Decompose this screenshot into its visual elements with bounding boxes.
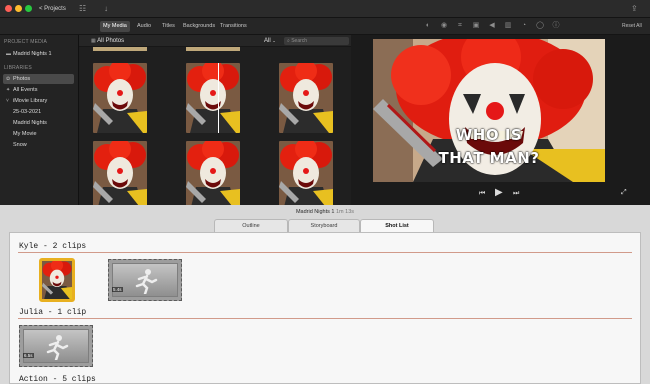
clip-duration: 5.4s (112, 287, 123, 292)
browser-bar: ▦ All Photos All ⌄ ⌕ Search (79, 35, 351, 47)
skimmer-playhead (218, 63, 219, 133)
star-icon: ✦ (6, 87, 11, 93)
projects-back-button[interactable]: < Projects (39, 3, 66, 15)
photo-thumbnail[interactable] (93, 63, 147, 133)
chevron-down-icon: ⌄ (272, 38, 276, 43)
tab-titles[interactable]: Titles (159, 21, 178, 32)
clip-filter-icon[interactable]: ◯ (536, 22, 544, 30)
sidebar-item-label: 25-03-2021 (13, 109, 42, 115)
thumbnail-row-partial[interactable] (93, 47, 147, 51)
photo-thumbnail[interactable] (279, 63, 333, 133)
reset-all-button[interactable]: Reset All (622, 23, 642, 29)
libraries-heading: LIBRARIES (4, 65, 32, 71)
share-icon[interactable]: ⇪ (631, 3, 638, 15)
sidebar-item-all-events[interactable]: ✦ All Events (3, 85, 74, 95)
sidebar-item-imovie-library[interactable]: ˅ iMovie Library (3, 96, 74, 106)
skip-forward-icon[interactable]: ⏭ (513, 190, 519, 198)
fullscreen-icon[interactable]: ⤢ (621, 189, 627, 197)
sidebar-item-photos[interactable]: ✿ Photos (3, 74, 74, 84)
group-divider (18, 252, 632, 253)
sidebar-item-label: My Movie (13, 131, 37, 137)
tab-my-media[interactable]: My Media (100, 21, 130, 32)
tab-backgrounds[interactable]: Backgrounds (180, 21, 218, 32)
sidebar-item-my-movie[interactable]: My Movie (3, 129, 74, 139)
photo-thumbnail[interactable] (186, 141, 240, 211)
sidebar-item-event-25-03-2021[interactable]: 25-03-2021 (3, 107, 74, 117)
project-duration: 1m 13s (336, 209, 355, 215)
film-icon: ▬ (6, 51, 11, 57)
sidebar-item-label: iMovie Library (13, 98, 48, 104)
zoom-window-button[interactable] (25, 5, 32, 12)
project-media-heading: PROJECT MEDIA (4, 39, 48, 45)
group-heading-julia: Julia - 1 clip (19, 308, 87, 317)
sidebar-item-project[interactable]: ▬ Madrid Nights 1 (3, 49, 74, 59)
clip-duration: 6.5s (23, 353, 34, 358)
photo-thumbnail[interactable] (93, 141, 147, 211)
sidebar-item-label: Madrid Nights 1 (13, 51, 52, 57)
title-caption-line1: WHO IS (455, 126, 523, 144)
group-heading-kyle: Kyle - 2 clips (19, 242, 87, 251)
sidebar-item-snow[interactable]: Snow (3, 140, 74, 150)
skip-back-icon[interactable]: ⏮ (479, 190, 485, 198)
photo-thumbnail[interactable] (279, 141, 333, 211)
media-toolbar: My Media Audio Titles Backgrounds Transi… (0, 18, 650, 35)
sidebar-item-label: All Events (13, 87, 38, 93)
view-options-icon[interactable]: ☷ (79, 3, 86, 15)
media-browser: ▦ All Photos All ⌄ ⌕ Search (79, 35, 351, 205)
placeholder-clip[interactable]: 6.5s (19, 325, 93, 367)
info-icon[interactable]: ⓘ (552, 22, 560, 30)
tab-transitions[interactable]: Transitions (217, 21, 250, 32)
filter-label: All (264, 38, 271, 44)
photos-source-label: All Photos (97, 38, 125, 44)
photos-icon: ✿ (6, 76, 11, 82)
photos-source-select[interactable]: ▦ All Photos (91, 37, 124, 45)
speed-icon[interactable]: ◔ (520, 22, 528, 30)
project-area: Madrid Nights 1 1m 13s Outline Storyboar… (0, 205, 650, 384)
photo-thumbnail[interactable] (186, 63, 240, 133)
tab-audio[interactable]: Audio (134, 21, 154, 32)
play-icon[interactable]: ▶ (495, 188, 503, 198)
sidebar-item-label: Snow (13, 142, 27, 148)
title-caption-line2: THAT MAN? (438, 149, 540, 167)
video-preview[interactable]: WHO IS THAT MAN? (373, 39, 605, 182)
group-heading-action: Action - 5 clips (19, 375, 96, 384)
placeholder-clip[interactable]: 5.4s (108, 259, 182, 301)
sidebar-item-label: Madrid Nights (13, 120, 47, 126)
viewer: WHO IS THAT MAN? ⏮ ▶ ⏭ ⤢ (351, 35, 650, 205)
color-correction-icon[interactable]: ◉ (440, 22, 448, 30)
crop-icon[interactable]: ⌗ (456, 22, 464, 30)
close-window-button[interactable] (5, 5, 12, 12)
search-input[interactable]: ⌕ Search (284, 37, 349, 45)
title-bar: < Projects ☷ ↓ ⇪ (0, 0, 650, 18)
tab-shot-list[interactable]: Shot List (360, 219, 434, 233)
filter-select[interactable]: All ⌄ (264, 37, 276, 45)
imovie-window: < Projects ☷ ↓ ⇪ My Media Audio Titles B… (0, 0, 650, 384)
import-icon[interactable]: ↓ (104, 3, 108, 15)
running-figure-icon (135, 269, 158, 294)
tab-storyboard[interactable]: Storyboard (288, 219, 360, 232)
thumbnail-row-partial[interactable] (186, 47, 240, 51)
stabilization-icon[interactable]: ▣ (472, 22, 480, 30)
shot-list-sheet: Kyle - 2 clips 5.4s Julia - 1 clip 6.5s … (9, 232, 641, 384)
photo-clip-selected[interactable] (39, 258, 75, 302)
disclosure-chevron-icon: ˅ (6, 98, 9, 104)
color-balance-icon[interactable]: ◐ (424, 22, 432, 30)
group-divider (18, 318, 632, 319)
search-placeholder: Search (291, 38, 308, 44)
volume-icon[interactable]: ◀ (488, 22, 496, 30)
tab-outline[interactable]: Outline (214, 219, 288, 232)
project-name: Madrid Nights 1 (295, 209, 335, 215)
project-title: Madrid Nights 1 1m 13s (0, 207, 650, 217)
noise-reduction-icon[interactable]: ▥ (504, 22, 512, 30)
sidebar-item-madrid-nights[interactable]: Madrid Nights (3, 118, 74, 128)
minimize-window-button[interactable] (15, 5, 22, 12)
libraries-sidebar: PROJECT MEDIA ▬ Madrid Nights 1 LIBRARIES… (0, 35, 79, 205)
running-figure-icon (46, 335, 69, 360)
sidebar-item-label: Photos (13, 76, 31, 82)
